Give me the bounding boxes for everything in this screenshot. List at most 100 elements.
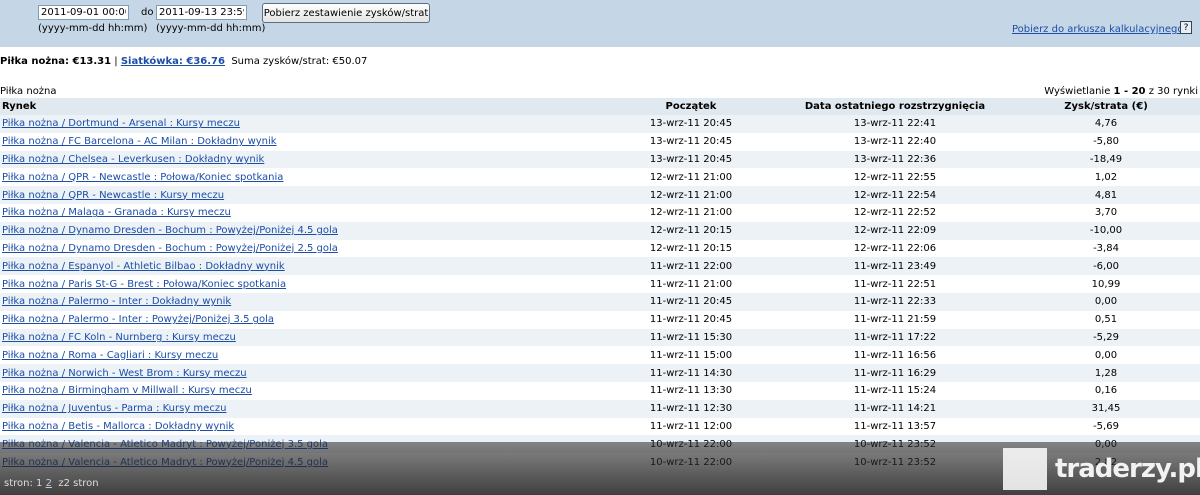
settled-cell: 13-wrz-11 22:40: [778, 132, 1012, 151]
start-cell: 11-wrz-11 20:45: [604, 292, 778, 311]
table-row: Piłka nożna / FC Koln - Nurnberg : Kursy…: [0, 328, 1200, 347]
start-cell: 13-wrz-11 20:45: [604, 132, 778, 151]
profit-loss-cell: 10,99: [1012, 275, 1200, 293]
market-link[interactable]: Piłka nożna / Espanyol - Athletic Bilbao…: [2, 261, 285, 272]
total-value: €50.07: [332, 56, 368, 67]
market-cell: Piłka nożna / QPR - Newcastle : Kursy me…: [0, 186, 604, 204]
market-link[interactable]: Piłka nożna / Betis - Mallorca : Dokładn…: [2, 421, 234, 432]
market-link[interactable]: Piłka nożna / Palermo - Inter : Dokładny…: [2, 296, 231, 307]
pager-total: z2 stron: [58, 478, 99, 489]
profit-loss-cell: -10,00: [1012, 221, 1200, 240]
start-cell: 11-wrz-11 13:30: [604, 381, 778, 400]
settled-cell: 11-wrz-11 22:33: [778, 292, 1012, 311]
table-row: Piłka nożna / QPR - Newcastle : Połowa/K…: [0, 168, 1200, 187]
summary-separator: |: [114, 56, 118, 67]
start-cell: 11-wrz-11 12:00: [604, 417, 778, 436]
column-header-settled[interactable]: Data ostatniego rozstrzygnięcia: [778, 98, 1012, 115]
settled-cell: 11-wrz-11 21:59: [778, 310, 1012, 329]
start-cell: 11-wrz-11 14:30: [604, 364, 778, 382]
market-link[interactable]: Piłka nożna / Malaga - Granada : Kursy m…: [2, 207, 231, 218]
help-icon[interactable]: ?: [1180, 21, 1192, 34]
start-cell: 12-wrz-11 21:00: [604, 203, 778, 222]
table-row: Piłka nożna / Juventus - Parma : Kursy m…: [0, 399, 1200, 418]
market-link[interactable]: Piłka nożna / Birmingham v Millwall : Ku…: [2, 385, 252, 396]
start-cell: 11-wrz-11 21:00: [604, 275, 778, 293]
market-cell: Piłka nożna / QPR - Newcastle : Połowa/K…: [0, 168, 604, 187]
profit-loss-cell: 1,28: [1012, 364, 1200, 382]
market-cell: Piłka nożna / Birmingham v Millwall : Ku…: [0, 381, 604, 400]
market-link[interactable]: Piłka nożna / Norwich - West Brom : Kurs…: [2, 368, 247, 379]
market-link[interactable]: Piłka nożna / Chelsea - Leverkusen : Dok…: [2, 154, 264, 165]
profit-loss-cell: 3,70: [1012, 203, 1200, 222]
market-cell: Piłka nożna / FC Koln - Nurnberg : Kursy…: [0, 328, 604, 347]
table-header-row: Rynek Początek Data ostatniego rozstrzyg…: [0, 98, 1200, 115]
settled-cell: 13-wrz-11 22:41: [778, 115, 1012, 133]
filter-bar: do Pobierz zestawienie zysków/strat (yyy…: [0, 0, 1200, 47]
market-cell: Piłka nożna / Malaga - Granada : Kursy m…: [0, 203, 604, 222]
fetch-report-button[interactable]: Pobierz zestawienie zysków/strat: [262, 3, 430, 23]
showing-suffix: z 30 rynki: [1148, 86, 1198, 97]
market-link[interactable]: Piłka nożna / Dynamo Dresden - Bochum : …: [2, 225, 338, 236]
table-row: Piłka nożna / Malaga - Granada : Kursy m…: [0, 203, 1200, 222]
market-cell: Piłka nożna / Dortmund - Arsenal : Kursy…: [0, 115, 604, 133]
market-cell: Piłka nożna / FC Barcelona - AC Milan : …: [0, 132, 604, 151]
table-row: Piłka nożna / Paris St-G - Brest : Połow…: [0, 275, 1200, 293]
settled-cell: 11-wrz-11 13:57: [778, 417, 1012, 436]
market-cell: Piłka nożna / Paris St-G - Brest : Połow…: [0, 275, 604, 293]
traderzy-logo-icon: [1003, 448, 1047, 490]
table-row: Piłka nożna / Roma - Cagliari : Kursy me…: [0, 346, 1200, 365]
profit-loss-cell: 4,81: [1012, 186, 1200, 204]
volleyball-total-link[interactable]: Siatkówka: €36.76: [121, 56, 225, 67]
market-cell: Piłka nożna / Betis - Mallorca : Dokładn…: [0, 417, 604, 436]
market-cell: Piłka nożna / Juventus - Parma : Kursy m…: [0, 399, 604, 418]
date-to-label: do: [141, 7, 154, 18]
start-cell: 13-wrz-11 20:45: [604, 150, 778, 169]
market-link[interactable]: Piłka nożna / QPR - Newcastle : Połowa/K…: [2, 172, 283, 183]
start-cell: 12-wrz-11 21:00: [604, 168, 778, 187]
profit-loss-cell: 1,02: [1012, 168, 1200, 187]
start-cell: 11-wrz-11 12:30: [604, 399, 778, 418]
market-cell: Piłka nożna / Roma - Cagliari : Kursy me…: [0, 346, 604, 365]
start-cell: 12-wrz-11 21:00: [604, 186, 778, 204]
table-row: Piłka nożna / Dynamo Dresden - Bochum : …: [0, 221, 1200, 240]
download-spreadsheet-link[interactable]: Pobierz do arkusza kalkulacyjnego: [1012, 24, 1183, 35]
market-link[interactable]: Piłka nożna / FC Barcelona - AC Milan : …: [2, 136, 277, 147]
profit-loss-cell: -5,69: [1012, 417, 1200, 436]
market-link[interactable]: Piłka nożna / Palermo - Inter : Powyżej/…: [2, 314, 274, 325]
column-header-market[interactable]: Rynek: [0, 98, 604, 115]
market-link[interactable]: Piłka nożna / Juventus - Parma : Kursy m…: [2, 403, 226, 414]
profit-loss-cell: 4,76: [1012, 115, 1200, 133]
market-cell: Piłka nożna / Palermo - Inter : Dokładny…: [0, 292, 604, 311]
market-cell: Piłka nożna / Dynamo Dresden - Bochum : …: [0, 239, 604, 258]
market-link[interactable]: Piłka nożna / Roma - Cagliari : Kursy me…: [2, 350, 218, 361]
date-from-format-hint: (yyyy-mm-dd hh:mm): [38, 23, 148, 34]
table-row: Piłka nożna / Palermo - Inter : Powyżej/…: [0, 310, 1200, 329]
start-cell: 11-wrz-11 22:00: [604, 257, 778, 276]
settled-cell: 11-wrz-11 14:21: [778, 399, 1012, 418]
market-link[interactable]: Piłka nożna / Dynamo Dresden - Bochum : …: [2, 243, 338, 254]
profit-loss-cell: -6,00: [1012, 257, 1200, 276]
date-to-format-hint: (yyyy-mm-dd hh:mm): [156, 23, 266, 34]
profit-loss-cell: 0,00: [1012, 346, 1200, 365]
settled-cell: 12-wrz-11 22:06: [778, 239, 1012, 258]
date-from-input[interactable]: [38, 5, 129, 20]
market-link[interactable]: Piłka nożna / QPR - Newcastle : Kursy me…: [2, 190, 224, 201]
column-header-pl[interactable]: Zysk/strata (€): [1012, 98, 1200, 115]
table-row: Piłka nożna / FC Barcelona - AC Milan : …: [0, 132, 1200, 151]
markets-table: Rynek Początek Data ostatniego rozstrzyg…: [0, 98, 1200, 471]
table-row: Piłka nożna / Birmingham v Millwall : Ku…: [0, 381, 1200, 400]
table-row: Piłka nożna / Palermo - Inter : Dokładny…: [0, 292, 1200, 311]
settled-cell: 11-wrz-11 16:56: [778, 346, 1012, 365]
table-row: Piłka nożna / Norwich - West Brom : Kurs…: [0, 364, 1200, 382]
date-to-input[interactable]: [156, 5, 247, 20]
start-cell: 12-wrz-11 20:15: [604, 221, 778, 240]
market-cell: Piłka nożna / Norwich - West Brom : Kurs…: [0, 364, 604, 382]
market-link[interactable]: Piłka nożna / Dortmund - Arsenal : Kursy…: [2, 118, 240, 129]
settled-cell: 11-wrz-11 16:29: [778, 364, 1012, 382]
showing-prefix: Wyświetlanie: [1044, 86, 1111, 97]
market-link[interactable]: Piłka nożna / FC Koln - Nurnberg : Kursy…: [2, 332, 236, 343]
market-link[interactable]: Piłka nożna / Paris St-G - Brest : Połow…: [2, 279, 286, 290]
market-cell: Piłka nożna / Chelsea - Leverkusen : Dok…: [0, 150, 604, 169]
column-header-start[interactable]: Początek: [604, 98, 778, 115]
pager-page-link[interactable]: 2: [46, 478, 52, 489]
